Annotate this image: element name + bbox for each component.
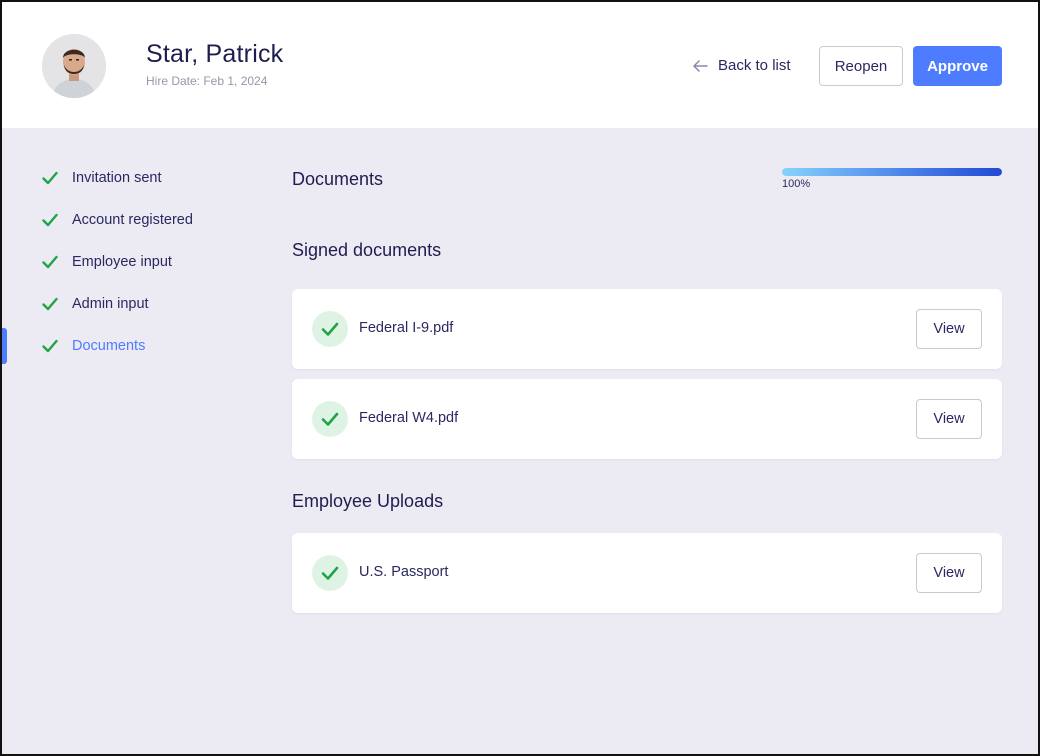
reopen-button[interactable]: Reopen <box>819 46 903 86</box>
approve-button[interactable]: Approve <box>913 46 1002 86</box>
sidebar-item-label: Documents <box>72 338 146 354</box>
progress-track <box>782 168 1002 176</box>
documents-progress: 100% <box>782 168 1002 190</box>
check-icon <box>42 339 58 353</box>
view-button[interactable]: View <box>916 399 982 439</box>
arrow-left-icon <box>693 59 708 72</box>
sidebar-item-employee-input[interactable]: Employee input <box>42 254 172 270</box>
progress-fill <box>782 168 1002 176</box>
check-icon <box>42 297 58 311</box>
document-card: U.S. Passport View <box>292 533 1002 613</box>
section-title-signed-documents: Signed documents <box>292 240 442 260</box>
section-title-employee-uploads: Employee Uploads <box>292 491 444 511</box>
check-icon <box>321 322 339 336</box>
document-name: U.S. Passport <box>359 564 449 580</box>
status-badge <box>312 311 348 347</box>
back-to-list-link[interactable]: Back to list <box>692 57 791 74</box>
check-icon <box>42 171 58 185</box>
check-icon <box>321 412 339 426</box>
sidebar-item-label: Employee input <box>72 254 172 270</box>
view-button[interactable]: View <box>916 309 982 349</box>
sidebar-item-label: Account registered <box>72 212 193 228</box>
progress-label: 100% <box>782 178 811 190</box>
view-button[interactable]: View <box>916 553 982 593</box>
employee-name: Star, Patrick <box>146 40 284 68</box>
active-step-indicator <box>2 328 7 364</box>
back-to-list-label: Back to list <box>718 57 791 74</box>
check-icon <box>42 255 58 269</box>
document-card: Federal I-9.pdf View <box>292 289 1002 369</box>
document-name: Federal I-9.pdf <box>359 320 454 336</box>
app-window: Star, Patrick Hire Date: Feb 1, 2024 Bac… <box>0 0 1040 756</box>
sidebar-item-admin-input[interactable]: Admin input <box>42 296 149 312</box>
document-card: Federal W4.pdf View <box>292 379 1002 459</box>
check-icon <box>321 566 339 580</box>
sidebar-item-documents[interactable]: Documents <box>42 338 145 354</box>
page-title: Documents <box>292 169 384 189</box>
document-name: Federal W4.pdf <box>359 410 459 426</box>
profile-header: Star, Patrick Hire Date: Feb 1, 2024 Bac… <box>2 2 1038 128</box>
sidebar-item-invitation-sent[interactable]: Invitation sent <box>42 170 161 186</box>
person-avatar-icon <box>42 34 106 98</box>
status-badge <box>312 555 348 591</box>
sidebar-item-label: Admin input <box>72 296 149 312</box>
sidebar-item-account-registered[interactable]: Account registered <box>42 212 193 228</box>
avatar <box>42 34 106 98</box>
status-badge <box>312 401 348 437</box>
sidebar-item-label: Invitation sent <box>72 170 162 186</box>
hire-date: Hire Date: Feb 1, 2024 <box>146 74 268 88</box>
check-icon <box>42 213 58 227</box>
